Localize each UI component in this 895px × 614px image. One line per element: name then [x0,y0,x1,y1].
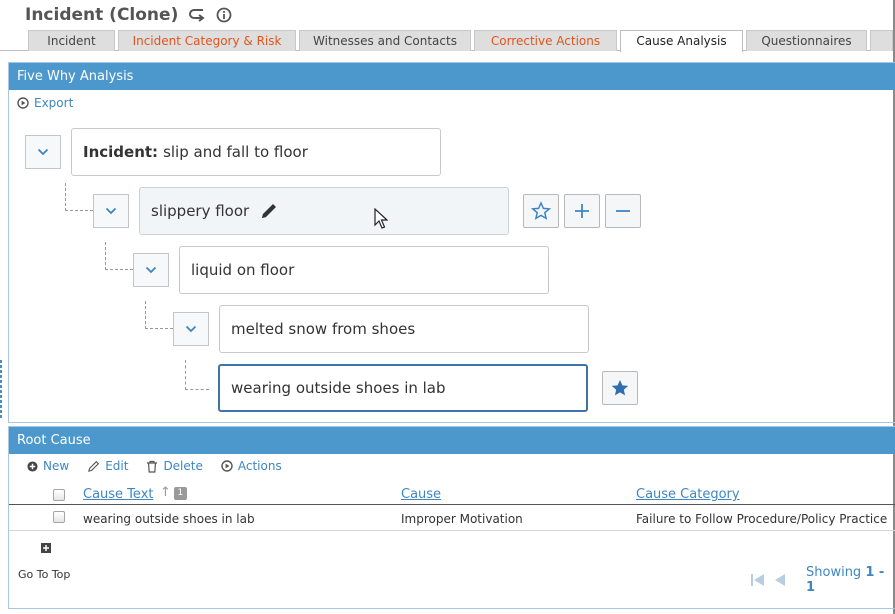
pager: Showing 1 - 1 [750,565,895,595]
collapse-toggle-why-3[interactable] [173,312,209,346]
cell-cause: Improper Motivation [401,512,523,526]
tree-connector [185,360,209,390]
column-cause[interactable]: Cause [401,487,441,502]
mark-root-cause-button[interactable] [523,194,559,228]
column-cause-text[interactable]: Cause Text [83,487,153,502]
why-node-2-text: liquid on floor [191,261,295,279]
collapse-toggle-root[interactable] [25,135,61,169]
actions-button[interactable]: Actions [221,459,282,473]
info-icon[interactable] [216,7,232,23]
actions-label: Actions [237,459,282,473]
five-why-root-node[interactable]: Incident: slip and fall to floor [71,128,441,176]
collapse-toggle-why-2[interactable] [133,253,169,287]
page-title: Incident (Clone) [25,5,179,25]
grid-toolbar: New Edit Delete Actions [27,459,282,473]
expand-row-icon[interactable] [41,538,51,557]
star-filled-icon [611,380,629,396]
tab-bar: Incident Incident Category & Risk Witnes… [0,30,893,52]
root-node-prefix: Incident: [83,143,159,161]
edit-button[interactable]: Edit [87,459,128,473]
minus-icon [616,210,630,212]
star-outline-icon [531,201,551,220]
add-why-button[interactable] [564,194,600,228]
root-cause-star-button[interactable] [602,371,638,405]
chevron-down-icon [37,148,49,156]
mouse-cursor-icon [374,207,389,234]
prev-page-icon[interactable] [772,572,788,588]
grid-header: Cause Text ↑ 1 Cause Cause Category [9,485,895,505]
sort-order-badge: 1 [173,487,187,500]
showing-label: Showing [806,565,862,580]
sort-ascending-icon[interactable]: ↑ 1 [160,485,187,500]
why-node-4[interactable]: wearing outside shoes in lab [218,364,588,412]
why-node-3[interactable]: melted snow from shoes [219,305,589,353]
pencil-icon[interactable] [259,201,279,221]
new-label: New [43,459,70,473]
pencil-icon [88,460,100,472]
tab-corrective-actions[interactable]: Corrective Actions [474,30,617,51]
trash-icon [147,460,158,473]
chevron-down-icon [145,266,157,274]
pager-status: Showing 1 - 1 [806,565,895,595]
cell-cause-text: wearing outside shoes in lab [83,512,255,526]
chevron-down-icon [185,325,197,333]
row-checkbox[interactable] [53,511,65,523]
five-why-panel: Five Why Analysis Export Incident: slip … [8,62,895,423]
resize-handle[interactable] [0,360,2,420]
why-node-3-text: melted snow from shoes [231,320,416,338]
remove-why-button[interactable] [605,194,641,228]
tab-witnesses-contacts[interactable]: Witnesses and Contacts [299,30,471,51]
first-page-icon[interactable] [750,572,766,588]
root-cause-title: Root Cause [9,427,895,454]
new-button[interactable]: New [27,459,69,473]
plus-icon [575,204,589,218]
return-arrow-icon[interactable] [188,8,206,22]
collapse-toggle-why-1[interactable] [93,194,129,228]
root-node-text: slip and fall to floor [163,143,308,161]
export-label: Export [34,96,74,110]
column-cause-category[interactable]: Cause Category [636,487,740,502]
why-node-1-text: slippery floor [151,202,250,220]
why-node-2[interactable]: liquid on floor [179,246,549,294]
tree-connector [145,301,173,329]
select-all-checkbox[interactable] [53,489,65,501]
tab-incident[interactable]: Incident [28,30,115,51]
plus-circle-icon [27,460,38,472]
delete-button[interactable]: Delete [146,459,203,473]
play-circle-icon [221,460,233,472]
tree-connector [105,242,133,270]
why-node-4-text: wearing outside shoes in lab [231,379,446,397]
cell-cause-category: Failure to Follow Procedure/Policy Pract… [636,512,888,526]
play-circle-icon [17,97,29,109]
column-cause-text-label: Cause Text [83,487,154,502]
export-button[interactable]: Export [17,96,73,110]
chevron-down-icon [105,207,117,215]
edit-label: Edit [105,459,129,473]
tab-questionnaires[interactable]: Questionnaires [746,30,867,51]
why-node-1[interactable]: slippery floor [139,187,509,235]
tab-cause-analysis[interactable]: Cause Analysis [620,30,743,52]
five-why-title: Five Why Analysis [9,63,895,90]
tab-incident-category-risk[interactable]: Incident Category & Risk [118,30,296,51]
root-cause-panel: Root Cause New Edit Delete Actions Cause… [8,426,895,609]
go-to-top-link[interactable]: Go To Top [18,568,70,581]
table-row[interactable]: wearing outside shoes in lab Improper Mo… [9,507,895,531]
tree-connector [65,183,93,211]
delete-label: Delete [163,459,203,473]
page-header: Incident (Clone) [25,4,232,26]
tab-overflow[interactable] [870,30,893,51]
